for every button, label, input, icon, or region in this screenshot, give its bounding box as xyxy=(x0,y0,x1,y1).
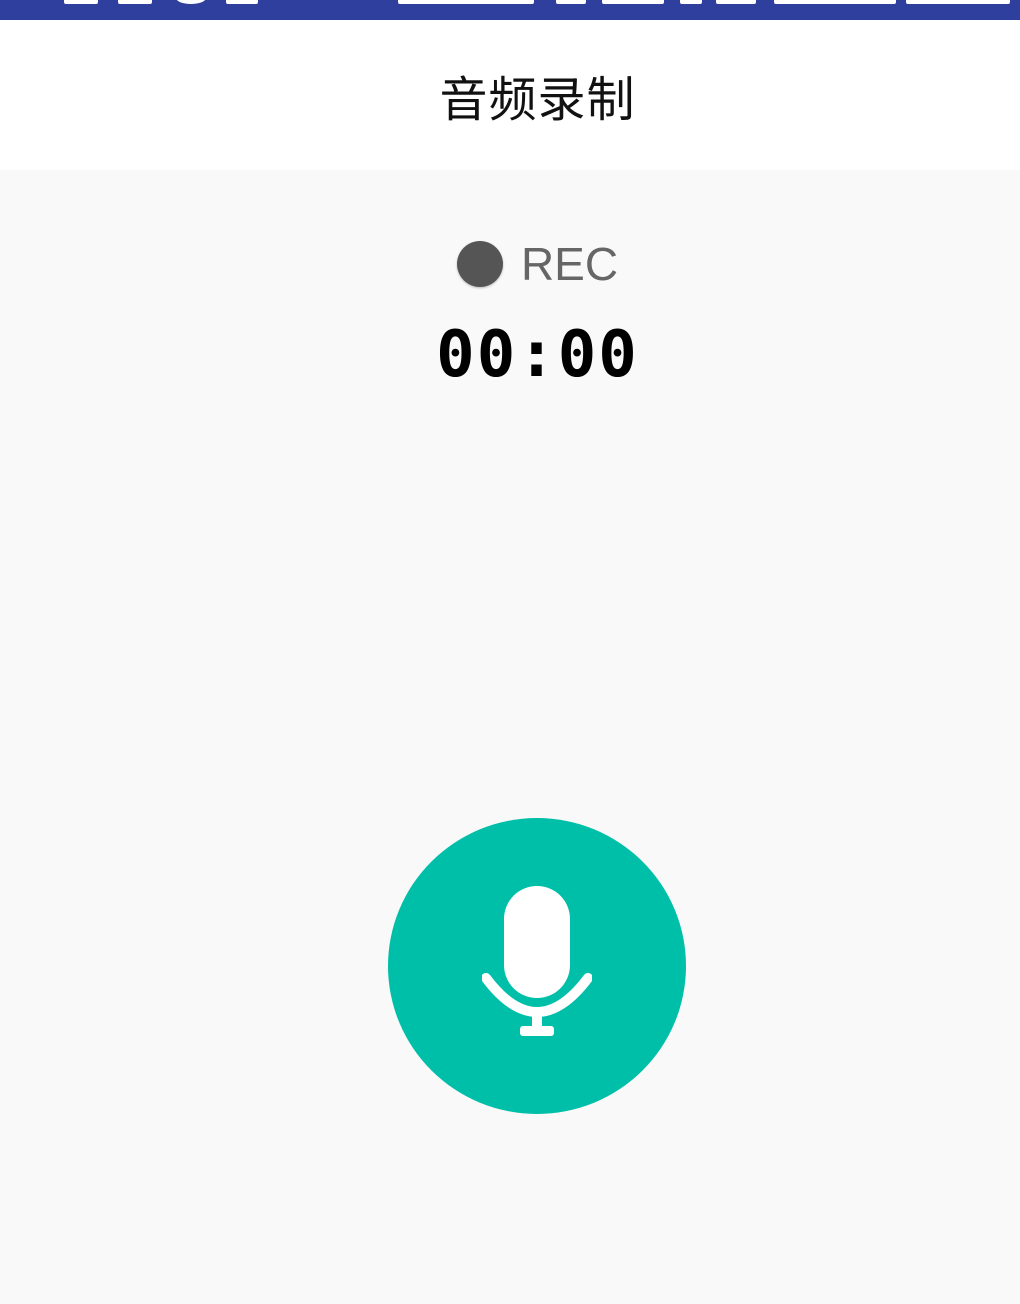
notification-icon xyxy=(226,0,258,4)
rec-label: REC xyxy=(520,238,619,290)
wifi-icon xyxy=(680,0,702,4)
microphone-icon xyxy=(482,886,592,1036)
network-speed-icon xyxy=(398,0,534,4)
recording-timer: 00:00 xyxy=(436,318,639,392)
app-bar: 音频录制 xyxy=(0,20,1020,170)
page-title: 音频录制 xyxy=(439,72,636,128)
notification-icon xyxy=(64,0,98,4)
signal-icon xyxy=(716,0,756,4)
clock-icon xyxy=(906,0,1010,4)
battery-icon xyxy=(774,0,896,4)
recording-indicator: REC xyxy=(0,232,1020,296)
notification-icon xyxy=(118,0,152,4)
notification-icon xyxy=(176,0,206,4)
notification-icon xyxy=(556,0,586,4)
record-button[interactable] xyxy=(388,818,686,1114)
status-bar xyxy=(0,0,1020,20)
record-dot-icon xyxy=(456,241,503,287)
hd-icon xyxy=(602,0,664,4)
